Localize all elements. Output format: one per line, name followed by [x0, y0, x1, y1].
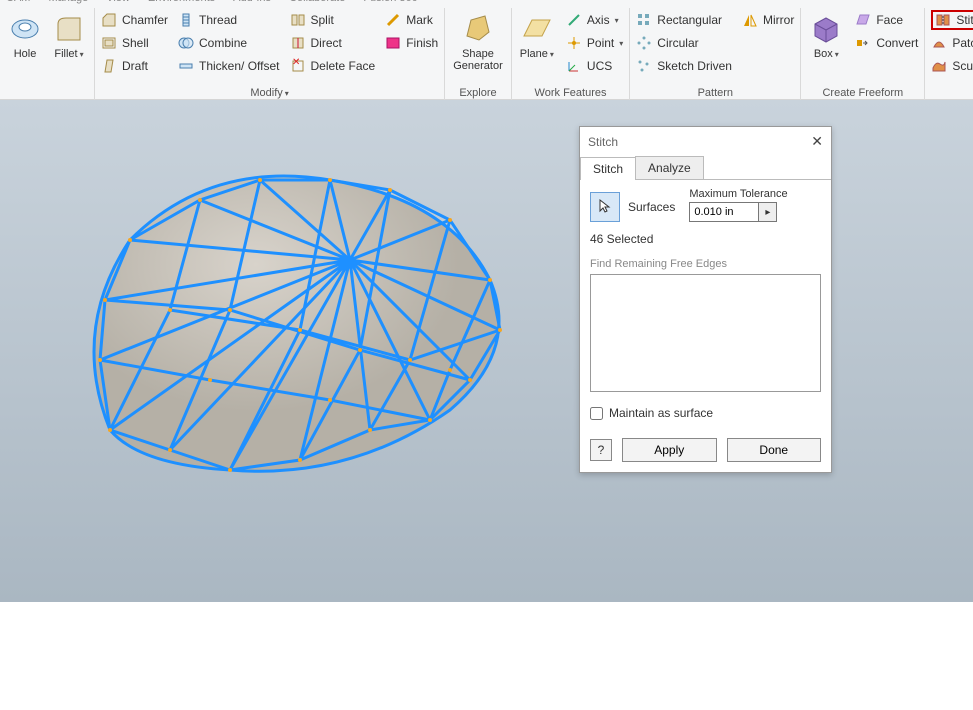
plane-icon	[520, 12, 554, 46]
finish-icon	[385, 35, 401, 51]
shape-generator-button[interactable]: Shape Generator	[451, 10, 505, 74]
chamfer-icon	[101, 12, 117, 28]
combine-button[interactable]: Combine	[178, 33, 279, 53]
face-icon	[855, 12, 871, 28]
maintain-surface-option[interactable]: Maintain as surface	[590, 406, 821, 420]
shape-generator-icon	[461, 12, 495, 46]
point-icon	[566, 35, 582, 51]
mirror-icon	[742, 12, 758, 28]
shell-button[interactable]: Shell	[101, 33, 168, 53]
draft-button[interactable]: Draft	[101, 56, 168, 76]
surfaces-label: Surfaces	[628, 200, 675, 214]
circular-button[interactable]: Circular	[636, 33, 732, 53]
stitch-icon	[935, 12, 951, 28]
delete-face-icon: ✕	[290, 58, 306, 74]
split-icon	[290, 12, 306, 28]
thicken-icon	[178, 58, 194, 74]
stitch-dialog: Stitch ✕ Stitch Analyze Surfaces Maximum…	[579, 126, 832, 473]
surface-mesh	[50, 130, 550, 530]
surfaces-select-button[interactable]	[590, 192, 620, 222]
direct-button[interactable]: Direct	[290, 33, 376, 53]
rectangular-icon	[636, 12, 652, 28]
rectangular-button[interactable]: Rectangular	[636, 10, 732, 30]
maintain-surface-checkbox[interactable]	[590, 407, 603, 420]
dialog-close-button[interactable]: ✕	[811, 133, 823, 150]
pattern-group-label: Pattern	[698, 85, 733, 100]
help-button[interactable]: ?	[590, 439, 612, 461]
mark-icon	[385, 12, 401, 28]
fillet-icon	[52, 12, 86, 46]
freeform-group-label: Create Freeform	[822, 85, 903, 100]
delete-face-button[interactable]: ✕Delete Face	[290, 56, 376, 76]
shell-icon	[101, 35, 117, 51]
free-edges-label: Find Remaining Free Edges	[590, 258, 821, 270]
ribbon: Hole Fillet Chamfer Shell Draft Thread C…	[0, 8, 973, 100]
tab-stitch[interactable]: Stitch	[580, 157, 636, 180]
apply-button[interactable]: Apply	[622, 438, 717, 462]
sketch-driven-icon	[636, 58, 652, 74]
stitch-button[interactable]: Stitch	[931, 10, 973, 30]
tab-analyze[interactable]: Analyze	[635, 156, 704, 179]
combine-icon	[178, 35, 194, 51]
thread-button[interactable]: Thread	[178, 10, 279, 30]
sketch-driven-button[interactable]: Sketch Driven	[636, 56, 732, 76]
face-button[interactable]: Face	[855, 10, 918, 30]
tolerance-label: Maximum Tolerance	[689, 188, 787, 200]
split-button[interactable]: Split	[290, 10, 376, 30]
point-button[interactable]: Point▾	[566, 33, 623, 53]
direct-icon	[290, 35, 306, 51]
tolerance-input[interactable]	[689, 202, 759, 222]
modify-group-label[interactable]: Modify	[250, 85, 288, 100]
thread-icon	[178, 12, 194, 28]
mark-button[interactable]: Mark	[385, 10, 438, 30]
explore-group-label: Explore	[459, 85, 496, 100]
ucs-icon	[566, 58, 582, 74]
sculpt-icon	[931, 58, 947, 74]
mirror-button[interactable]: Mirror	[742, 10, 794, 30]
patch-button[interactable]: Patch	[931, 33, 973, 53]
plane-button[interactable]: Plane	[518, 10, 556, 62]
work-features-group-label: Work Features	[535, 85, 607, 100]
box-icon	[809, 12, 843, 46]
circular-icon	[636, 35, 652, 51]
svg-text:✕: ✕	[292, 58, 300, 68]
dialog-title: Stitch	[588, 135, 618, 149]
sculpt-button[interactable]: Sculpt	[931, 56, 973, 76]
box-button[interactable]: Box	[807, 10, 845, 62]
free-edges-list[interactable]	[590, 274, 821, 392]
chamfer-button[interactable]: Chamfer	[101, 10, 168, 30]
convert-icon	[855, 35, 871, 51]
fillet-button[interactable]: Fillet	[50, 10, 88, 62]
draft-icon	[101, 58, 117, 74]
axis-icon	[566, 12, 582, 28]
cursor-icon	[597, 198, 613, 217]
menu-bar: CAM Manage View Environments Add-Ins Col…	[0, 0, 973, 8]
convert-button[interactable]: Convert	[855, 33, 918, 53]
axis-button[interactable]: Axis▾	[566, 10, 623, 30]
hole-button[interactable]: Hole	[6, 10, 44, 62]
done-button[interactable]: Done	[727, 438, 822, 462]
selection-count: 46 Selected	[590, 232, 821, 246]
patch-icon	[931, 35, 947, 51]
tolerance-spin[interactable]: ▸	[759, 202, 777, 222]
hole-icon	[8, 12, 42, 46]
thicken-button[interactable]: Thicken/ Offset	[178, 56, 279, 76]
ucs-button[interactable]: UCS	[566, 56, 623, 76]
finish-button[interactable]: Finish	[385, 33, 438, 53]
